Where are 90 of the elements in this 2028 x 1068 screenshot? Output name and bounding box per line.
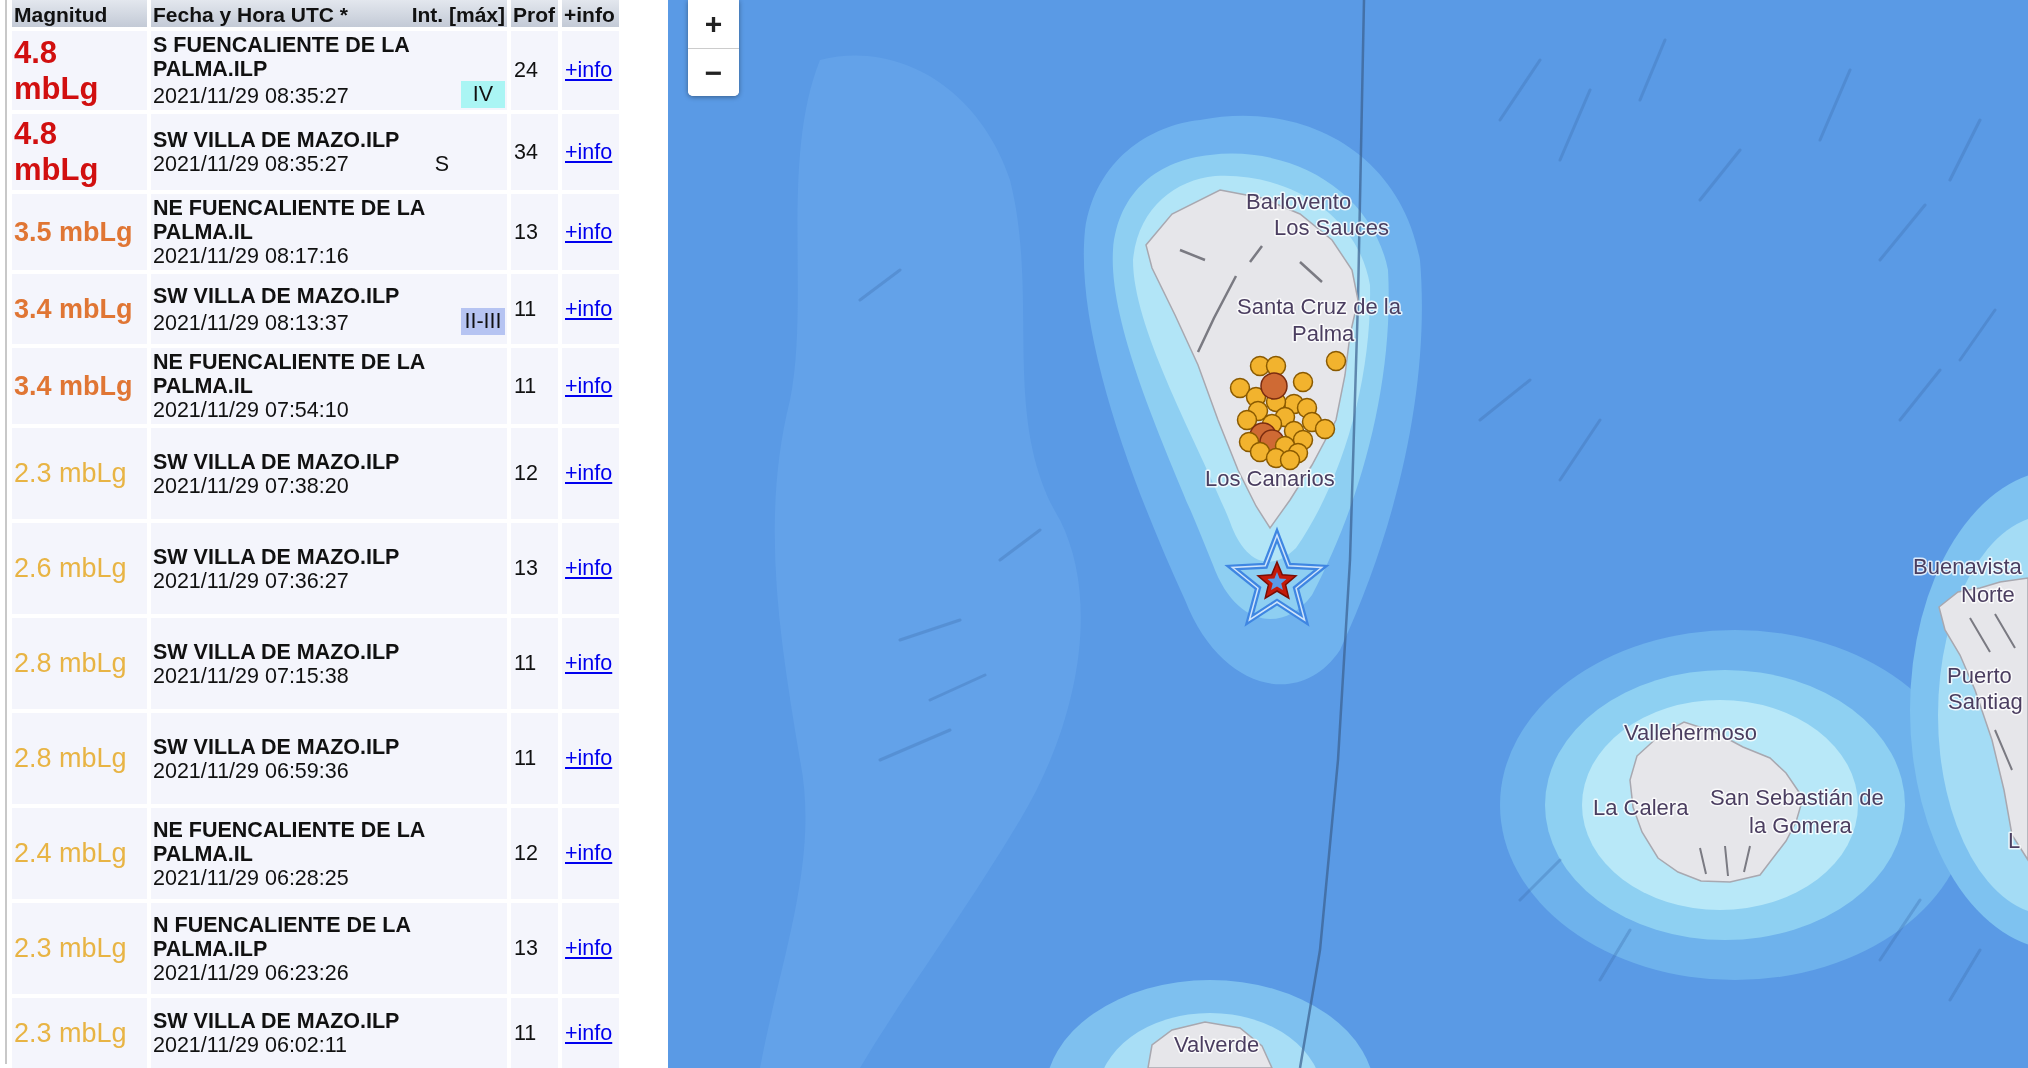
depth-cell: 24 xyxy=(511,31,558,110)
info-link[interactable]: +info xyxy=(565,746,613,770)
location-text: NE FUENCALIENTE DE LA PALMA.IL xyxy=(153,196,426,244)
depth-cell: 11 xyxy=(511,274,558,344)
info-link[interactable]: +info xyxy=(565,651,613,675)
location-text: SW VILLA DE MAZO.ILP xyxy=(153,1009,401,1033)
datetime-text: 2021/11/29 06:28:25 xyxy=(153,865,349,890)
magnitude-cell: 2.3 mbLg xyxy=(12,903,147,994)
zoom-in-button[interactable]: + xyxy=(688,0,739,48)
earthquake-marker[interactable] xyxy=(1314,418,1336,440)
datetime-text: 2021/11/29 06:59:36 xyxy=(153,758,349,783)
datetime-text: 2021/11/29 08:35:27 xyxy=(153,84,349,108)
earthquake-marker[interactable] xyxy=(1229,377,1251,399)
magnitude-cell: 2.3 mbLg xyxy=(12,998,147,1068)
info-link[interactable]: +info xyxy=(565,373,613,398)
datetime-text: 2021/11/29 07:36:27 xyxy=(153,568,349,593)
depth-cell: 11 xyxy=(511,713,558,804)
place-label: San Sebastián de la Gomera xyxy=(1710,785,1884,838)
info-link[interactable]: +info xyxy=(565,461,613,485)
magnitude-cell: 4.8 mbLg xyxy=(12,114,147,190)
info-link[interactable]: +info xyxy=(565,841,613,865)
earthquake-marker[interactable] xyxy=(1292,371,1314,393)
info-link[interactable]: +info xyxy=(565,1020,613,1045)
magnitude-cell: 3.4 mbLg xyxy=(12,348,147,424)
magnitude-cell: 2.3 mbLg xyxy=(12,428,147,519)
depth-cell: 13 xyxy=(511,903,558,994)
earthquake-marker[interactable] xyxy=(1325,350,1347,372)
intensity-label: S xyxy=(434,152,449,176)
location-text: SW VILLA DE MAZO.ILP xyxy=(153,449,401,474)
place-label: Buenavista Norte xyxy=(1913,554,2022,607)
location-text: SW VILLA DE MAZO.ILP xyxy=(153,544,401,569)
location-text: NE FUENCALIENTE DE LA PALMA.IL xyxy=(153,350,426,398)
datetime-text: 2021/11/29 07:54:10 xyxy=(153,398,349,422)
info-link[interactable]: +info xyxy=(565,296,613,321)
info-link[interactable]: +info xyxy=(565,139,613,164)
place-label: Vallehermoso xyxy=(1624,720,1757,745)
magnitude-cell: 2.6 mbLg xyxy=(12,523,147,614)
location-text: SW VILLA DE MAZO.ILP xyxy=(153,639,401,664)
header-label: Fecha y Hora UTC * xyxy=(153,2,348,27)
earthquake-marker[interactable] xyxy=(1260,372,1288,400)
magnitude-cell: 2.8 mbLg xyxy=(12,713,147,804)
place-label: Barlovento xyxy=(1246,189,1352,214)
datetime-text: 2021/11/29 08:13:37 xyxy=(153,310,349,335)
place-label: Los Canarios xyxy=(1205,466,1335,491)
datetime-text: 2021/11/29 07:15:38 xyxy=(153,663,349,688)
location-text: SW VILLA DE MAZO.ILP xyxy=(153,283,401,308)
place-label: L xyxy=(2008,828,2021,853)
header-label: Int. [máx] xyxy=(411,2,505,27)
info-link[interactable]: +info xyxy=(565,219,613,244)
depth-cell: 13 xyxy=(511,523,558,614)
place-label: Puerto Santiag xyxy=(1947,663,2023,714)
place-label: Valverde xyxy=(1174,1032,1260,1057)
earthquake-marker[interactable] xyxy=(1279,449,1301,471)
depth-cell: 34 xyxy=(511,114,558,190)
info-link[interactable]: +info xyxy=(565,556,613,580)
depth-cell: 12 xyxy=(511,808,558,899)
location-text: NE FUENCALIENTE DE LA PALMA.IL xyxy=(153,817,426,866)
location-text: S FUENCALIENTE DE LA PALMA.ILP xyxy=(153,33,411,81)
place-label: Los Sauces xyxy=(1274,215,1389,240)
datetime-text: 2021/11/29 08:17:16 xyxy=(153,244,349,268)
datetime-text: 2021/11/29 06:02:11 xyxy=(153,1033,348,1057)
column-header: Magnitud xyxy=(12,0,147,27)
depth-cell: 11 xyxy=(511,348,558,424)
magnitude-cell: 2.4 mbLg xyxy=(12,808,147,899)
info-link[interactable]: +info xyxy=(565,936,613,960)
location-text: SW VILLA DE MAZO.ILP xyxy=(153,128,401,152)
zoom-out-button[interactable]: − xyxy=(688,48,739,96)
place-label: Santa Cruz de la Palma xyxy=(1237,294,1401,346)
datetime-text: 2021/11/29 07:38:20 xyxy=(153,473,349,498)
magnitude-cell: 4.8 mbLg xyxy=(12,31,147,110)
column-header: +info xyxy=(562,0,619,27)
intensity-badge: II-III xyxy=(461,307,505,335)
location-text: N FUENCALIENTE DE LA PALMA.ILP xyxy=(153,912,412,961)
depth-cell: 13 xyxy=(511,194,558,270)
magnitude-cell: 3.5 mbLg xyxy=(12,194,147,270)
place-label: La Calera xyxy=(1593,795,1689,820)
location-text: SW VILLA DE MAZO.ILP xyxy=(153,734,401,759)
depth-cell: 11 xyxy=(511,618,558,709)
magnitude-cell: 3.4 mbLg xyxy=(12,274,147,344)
datetime-text: 2021/11/29 06:23:26 xyxy=(153,960,349,985)
depth-cell: 11 xyxy=(511,998,558,1068)
column-header: Prof xyxy=(511,0,558,27)
magnitude-cell: 2.8 mbLg xyxy=(12,618,147,709)
star-marker[interactable] xyxy=(1224,526,1330,627)
depth-cell: 12 xyxy=(511,428,558,519)
intensity-badge: IV xyxy=(461,81,505,108)
earthquake-marker[interactable] xyxy=(1236,409,1258,431)
earthquake-marker[interactable] xyxy=(1249,441,1271,463)
info-link[interactable]: +info xyxy=(565,58,613,82)
datetime-text: 2021/11/29 08:35:27 xyxy=(153,152,349,176)
